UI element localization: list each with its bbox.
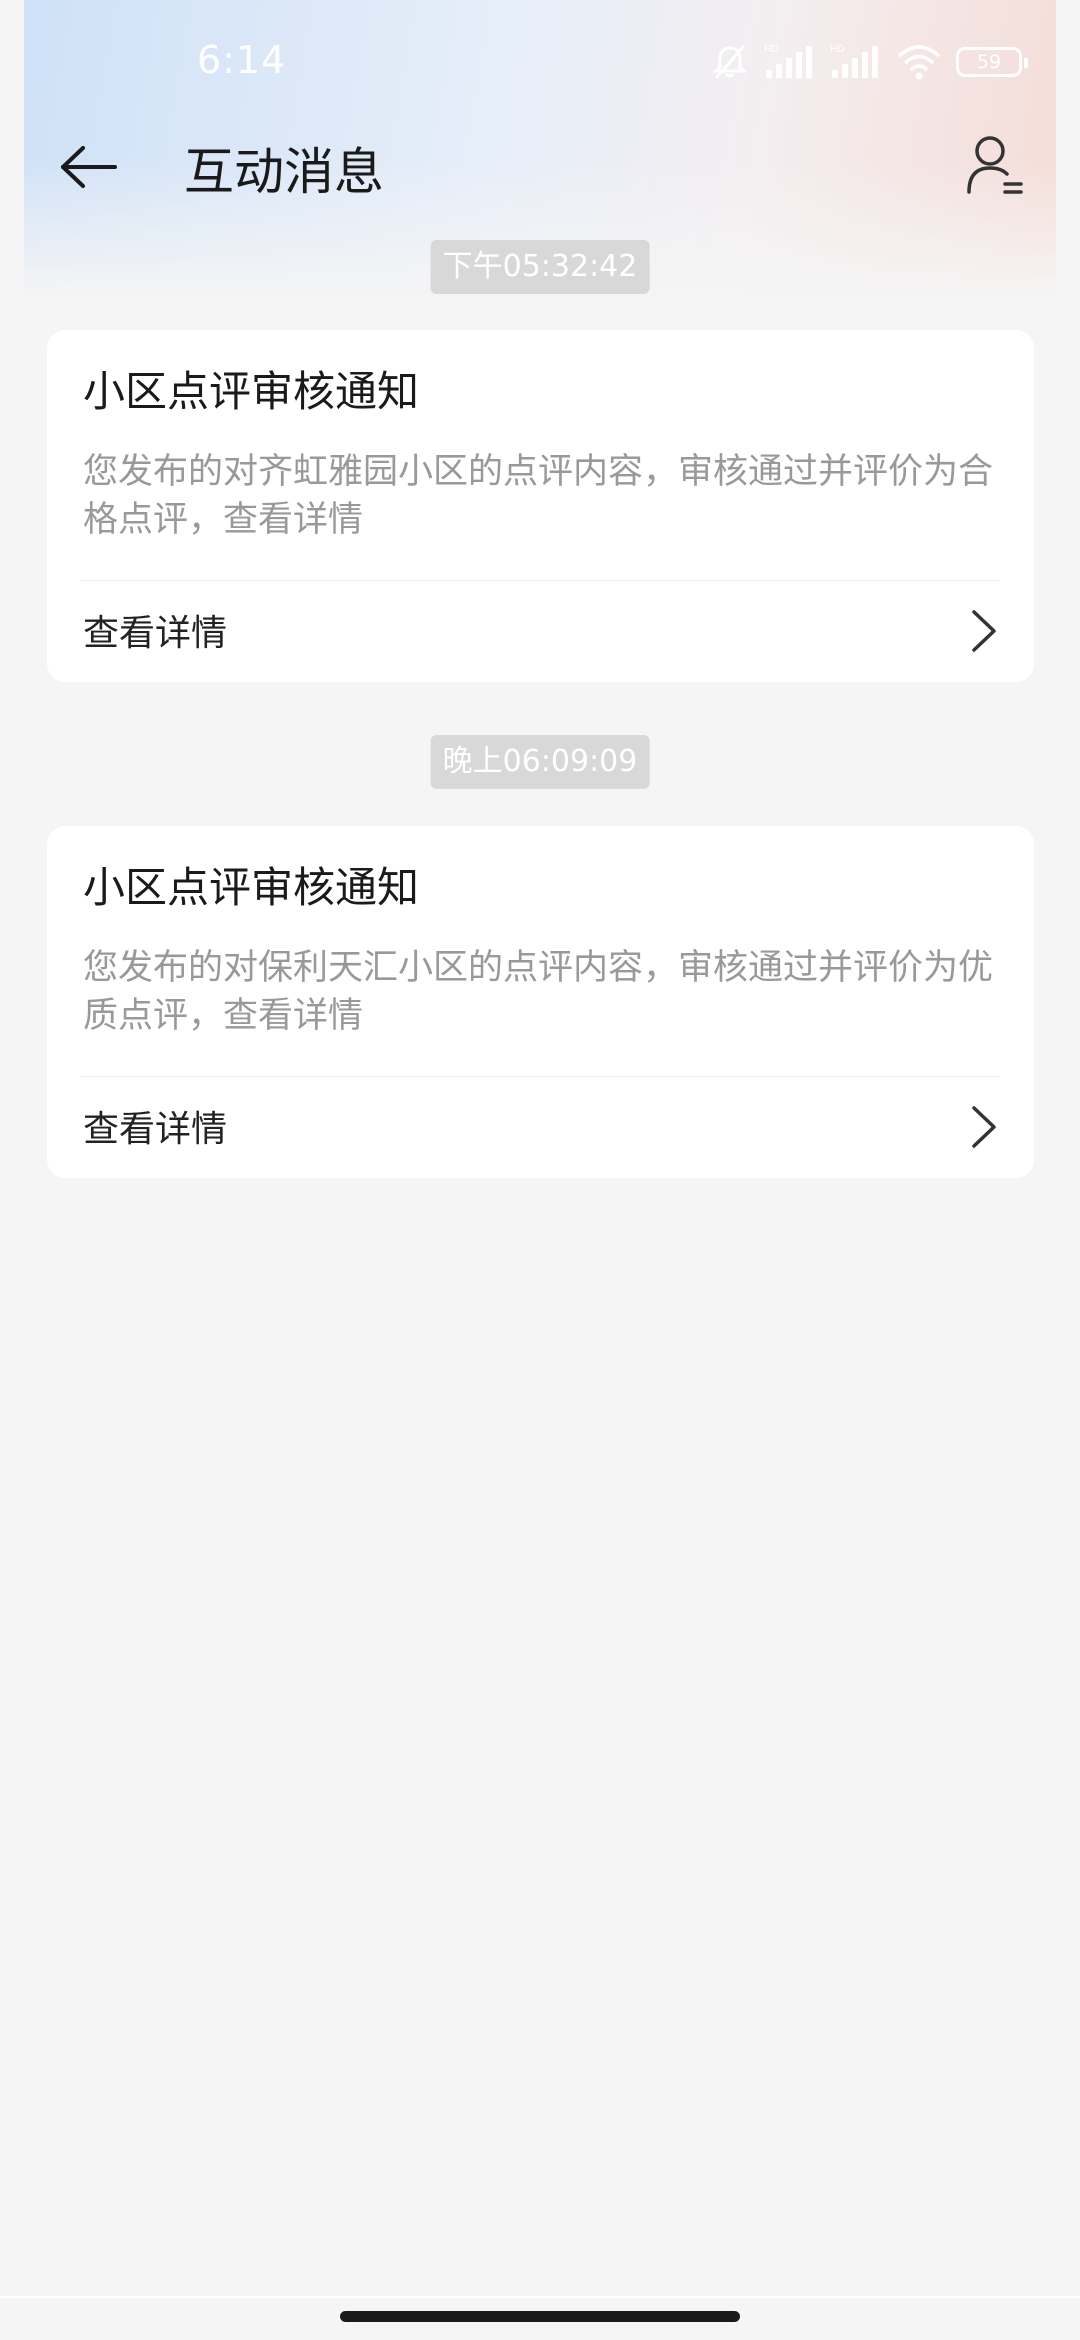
view-details-link[interactable]: 查看详情 [47,582,1034,680]
card-divider [81,1076,1000,1077]
message-title: 小区点评审核通知 [83,367,420,416]
chevron-right-icon [972,1106,996,1148]
signal-hd-icon: HD [764,42,816,82]
status-bar: 6:14 HD HD 59 [0,0,1080,124]
svg-text:HD: HD [764,44,778,55]
app-header: 互动消息 [0,124,1080,206]
message-title: 小区点评审核通知 [83,863,420,912]
profile-button[interactable] [960,130,1030,200]
battery-level: 59 [976,50,1002,73]
message-body: 您发布的对保利天汇小区的点评内容，审核通过并评价为优质点评，查看详情 [83,948,994,1036]
nav-bar-divider [0,2296,1080,2298]
battery-icon: 59 [956,47,1028,77]
message-timestamp: 下午05:32:42 [430,240,650,294]
wifi-icon [896,42,942,82]
status-time: 6:14 [197,38,287,82]
message-body: 您发布的对齐虹雅园小区的点评内容，审核通过并评价为合格点评，查看详情 [83,452,994,540]
mute-icon [710,42,750,82]
message-card: 小区点评审核通知 您发布的对保利天汇小区的点评内容，审核通过并评价为优质点评，查… [47,826,1034,1178]
view-details-label: 查看详情 [83,1109,228,1150]
svg-text:HD: HD [830,44,844,55]
view-details-link[interactable]: 查看详情 [47,1078,1034,1176]
message-timestamp: 晚上06:09:09 [430,735,650,789]
screen: 6:14 HD HD 59 互动消息 下午05:32:42 小区点评审核通知 您… [0,0,1080,2340]
back-arrow-icon [61,146,117,188]
status-icons: HD HD 59 [710,40,1028,84]
page-title: 互动消息 [184,143,384,201]
card-divider [81,580,1000,581]
user-list-icon [967,136,1023,194]
signal-hd-icon: HD [830,42,882,82]
back-button[interactable] [56,134,122,200]
view-details-label: 查看详情 [83,613,228,654]
chevron-right-icon [972,610,996,652]
message-card: 小区点评审核通知 您发布的对齐虹雅园小区的点评内容，审核通过并评价为合格点评，查… [47,330,1034,682]
home-indicator[interactable] [340,2311,740,2322]
